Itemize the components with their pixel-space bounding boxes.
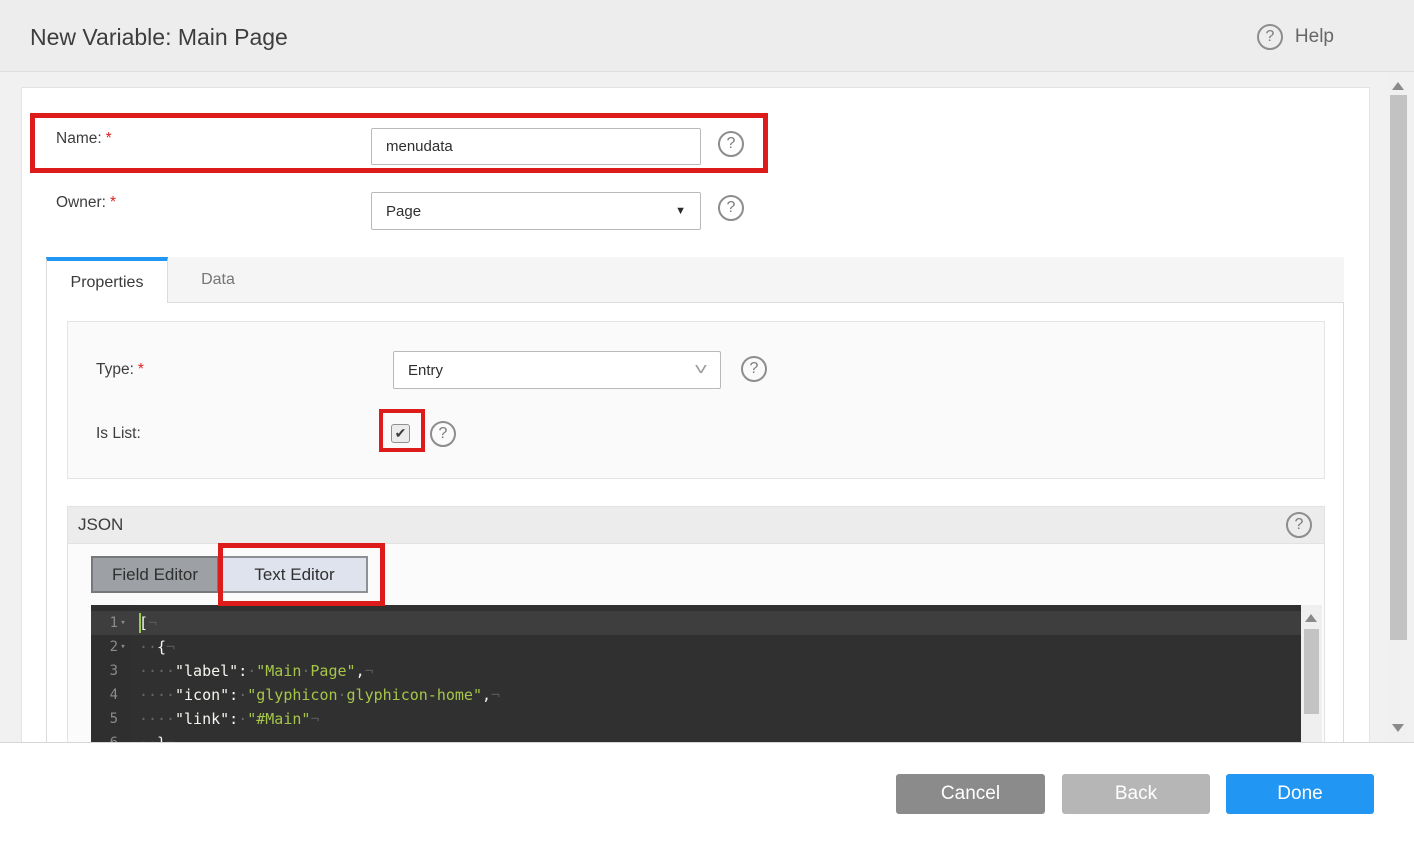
json-title: JSON: [78, 515, 124, 534]
type-label-text: Type:: [96, 361, 134, 378]
help-label[interactable]: Help: [1295, 26, 1334, 48]
dropdown-caret-icon: ▼: [675, 205, 686, 217]
is-list-checkbox[interactable]: ✔: [391, 424, 410, 443]
type-select[interactable]: Entry ˅: [393, 351, 721, 389]
field-editor-button[interactable]: Field Editor: [91, 556, 219, 593]
fold-caret-icon[interactable]: ▾: [118, 642, 128, 652]
editor-scrollbar-thumb[interactable]: [1304, 629, 1319, 714]
gutter-line-number: 1 ▾: [91, 611, 131, 635]
page-title: New Variable: Main Page: [30, 24, 288, 50]
code-line[interactable]: [¬: [131, 611, 1301, 635]
back-button[interactable]: Back: [1062, 774, 1210, 814]
dialog-header: New Variable: Main Page ? Help: [0, 0, 1414, 72]
gutter-line-number: 2 ▾: [91, 635, 131, 659]
main-scrollbar[interactable]: [1390, 72, 1407, 742]
json-panel-header: JSON ?: [68, 507, 1324, 544]
checkmark-icon: ✔: [394, 425, 407, 441]
help-icon[interactable]: ?: [1256, 24, 1283, 50]
gutter-line-number: 5: [109, 711, 118, 727]
form-card: Name:* ? Owner:* Page ▼ ? Properties Dat…: [21, 87, 1370, 742]
owner-help-icon[interactable]: ?: [718, 195, 744, 221]
type-help-icon[interactable]: ?: [741, 356, 767, 382]
owner-label: Owner: *: [56, 194, 116, 212]
type-required-asterisk: *: [137, 361, 144, 378]
type-settings-box: [67, 321, 1325, 479]
name-label: Name: *: [56, 130, 112, 148]
tab-properties[interactable]: Properties: [46, 257, 168, 304]
fold-caret-icon[interactable]: ▾: [118, 618, 128, 628]
json-code-editor[interactable]: 1▾2▾ 3 4 5 6 [¬··{¬····"label":·"Main·Page",…: [91, 605, 1322, 742]
editor-scrollbar[interactable]: [1301, 605, 1322, 742]
done-button[interactable]: Done: [1226, 774, 1374, 814]
help-link[interactable]: ? Help: [1256, 24, 1334, 50]
scroll-up-icon[interactable]: [1392, 82, 1404, 90]
dialog-footer: Cancel Back Done: [0, 742, 1414, 845]
main-scrollbar-thumb[interactable]: [1390, 95, 1407, 640]
is-list-help-icon[interactable]: ?: [430, 421, 456, 447]
gutter-line-number: 3: [109, 663, 118, 679]
new-variable-dialog: New Variable: Main Page ? Help Name:* ? …: [0, 0, 1414, 845]
owner-required-asterisk: *: [109, 194, 117, 211]
gutter-line-number: 4: [109, 687, 118, 703]
code-line[interactable]: · · · · "icon": · "glyphicon · glyphicon-home", ¬: [131, 683, 1301, 707]
name-label-text: Name:: [56, 130, 102, 147]
owner-select[interactable]: Page ▼: [371, 192, 701, 230]
owner-select-value: Page: [386, 202, 422, 220]
code-line[interactable]: · ·{¬: [131, 635, 1301, 659]
type-label: Type: *: [96, 361, 144, 379]
scroll-down-icon[interactable]: [1392, 724, 1404, 732]
tab-strip: Properties Data: [46, 257, 1344, 304]
content-viewport: Name:* ? Owner:* Page ▼ ? Properties Dat…: [0, 72, 1414, 742]
code-line[interactable]: · · · · "label": · "Main · Page", ¬: [131, 659, 1301, 683]
name-required-asterisk: *: [105, 130, 112, 147]
code-line[interactable]: · · · · "link": · "#Main" ¬: [131, 707, 1301, 731]
is-list-label: Is List:: [96, 425, 141, 442]
text-editor-button[interactable]: Text Editor: [221, 556, 368, 593]
name-help-icon[interactable]: ?: [718, 131, 744, 157]
gutter-line-number: 6: [91, 731, 131, 742]
editor-lines[interactable]: [¬ · ·{¬ · · · · "label": · "Main · Page", ¬ · · · · "ico…: [131, 605, 1301, 742]
chevron-down-icon: ˅: [694, 360, 708, 379]
editor-scroll-up-icon[interactable]: [1305, 614, 1317, 622]
type-select-value: Entry: [408, 361, 444, 379]
name-input[interactable]: [371, 128, 701, 165]
code-line[interactable]: ··}¬: [131, 731, 1301, 742]
tab-data[interactable]: Data: [168, 257, 268, 303]
json-help-icon[interactable]: ?: [1286, 512, 1312, 538]
owner-label-text: Owner:: [56, 194, 106, 211]
editor-gutter: 1▾2▾ 3 4 5 6: [91, 605, 131, 742]
cancel-button[interactable]: Cancel: [896, 774, 1045, 814]
